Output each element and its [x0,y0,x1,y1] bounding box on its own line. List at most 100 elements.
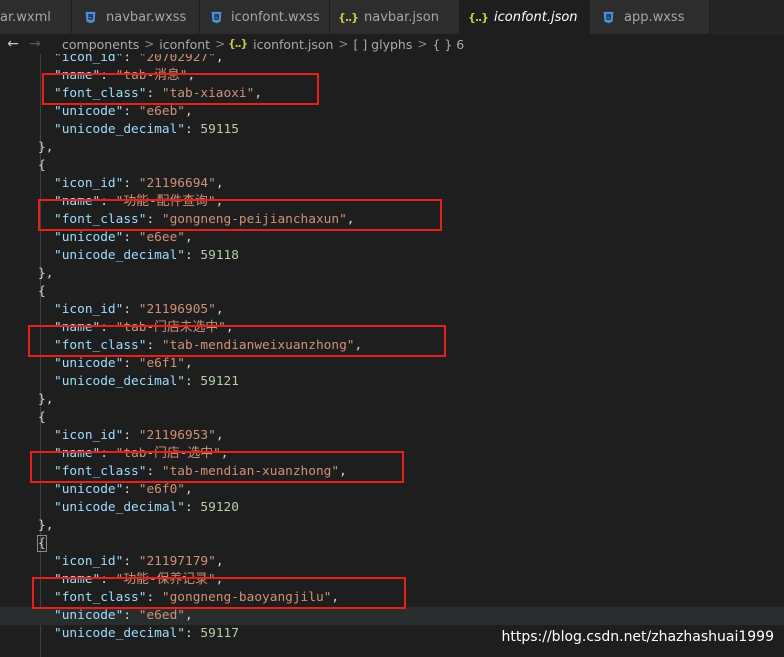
code-content: "unicode": "e6f0", [54,481,193,499]
punctuation: , [225,320,234,335]
bracket: { [37,535,47,552]
code-line[interactable]: "icon_id": "21196905", [0,301,784,319]
code-line[interactable]: "name": "tab-门店-选中", [0,445,784,463]
code-line[interactable]: "font_class": "tab-xiaoxi", [0,85,784,103]
json-value: "21196694" [138,176,216,191]
code-line[interactable]: }, [0,139,784,157]
breadcrumb-item[interactable]: iconfont [157,37,212,52]
chevron-right-icon: > [338,37,349,51]
json-key: "unicode_decimal" [54,626,185,641]
breadcrumb-item[interactable]: iconfont.json [251,37,335,52]
watermark: https://blog.csdn.net/zhazhashuai1999 [501,629,775,645]
code-line[interactable]: "icon_id": "21196953", [0,427,784,445]
code-content: "unicode_decimal": 59115 [54,121,239,139]
json-value: "tab-门店未选中" [115,320,226,335]
punctuation: : [100,68,116,83]
punctuation: : [123,176,139,191]
tab-iconfont-wxss[interactable]: iconfont.wxss [200,0,330,34]
breadcrumb-item[interactable]: components [60,37,141,52]
punctuation: : [184,500,201,515]
json-file-icon: {..} [228,38,248,50]
code-line[interactable]: "name": "tab-门店未选中", [0,319,784,337]
code-line[interactable]: { [0,157,784,175]
json-value: "21197179" [138,554,216,569]
punctuation: , [185,356,193,371]
code-line[interactable]: "icon_id": "20702927", [0,54,784,67]
code-line[interactable]: { [0,283,784,301]
tab-ar-wxml[interactable]: ar.wxml [0,0,72,34]
json-key: "icon_id" [54,176,124,191]
code-line[interactable]: "unicode": "e6f1", [0,355,784,373]
tab-iconfont-json[interactable]: {..} iconfont.json [460,0,590,34]
code-line[interactable]: "unicode": "e6eb", [0,103,784,121]
code-content: "icon_id": "21197179", [54,553,224,571]
breadcrumb: ← → components > iconfont > {..} iconfont.jso… [0,34,784,54]
code-line[interactable]: "name": "tab-消息", [0,67,784,85]
css-file-icon [210,10,223,24]
code-line[interactable]: "unicode": "e6f0", [0,481,784,499]
bracket: }, [38,392,54,407]
json-key: "icon_id" [54,428,124,443]
punctuation: , [215,572,224,587]
code-content: "name": "功能-保养记录", [54,571,223,589]
json-value: "tab-xiaoxi" [161,86,255,101]
json-value: "21196905" [138,302,216,317]
code-line[interactable]: "font_class": "tab-mendianweixuanzhong", [0,337,784,355]
punctuation: : [123,104,139,119]
bracket: }, [38,518,54,533]
punctuation: , [354,338,363,353]
code-content: }, [38,265,53,283]
breadcrumb-item[interactable]: { } 6 [430,37,466,52]
code-line[interactable]: "font_class": "tab-mendian-xuanzhong", [0,463,784,481]
json-file-icon: {..} [467,10,489,24]
forward-arrow-icon[interactable]: → [24,36,46,52]
json-value: "tab-mendian-xuanzhong" [161,464,340,479]
json-value: "21196953" [138,428,216,443]
code-line[interactable]: { [0,409,784,427]
code-line[interactable]: "unicode": "e6ed", [0,607,784,625]
code-content: "unicode_decimal": 59118 [54,247,239,265]
code-line[interactable]: "unicode_decimal": 59121 [0,373,784,391]
json-value: "e6ed" [138,608,185,623]
bracket: { [38,410,46,425]
punctuation: : [100,320,116,335]
code-line[interactable]: "icon_id": "21197179", [0,553,784,571]
punctuation: , [215,194,224,209]
punctuation: , [187,68,196,83]
breadcrumb-item[interactable]: [ ] glyphs [351,37,414,52]
back-arrow-icon[interactable]: ← [2,36,24,52]
code-line[interactable]: }, [0,517,784,535]
tab-navbar-json[interactable]: {..} navbar.json [330,0,460,34]
chevron-right-icon: > [417,37,428,51]
tab-navbar-wxss[interactable]: navbar.wxss [72,0,200,34]
code-line[interactable]: "unicode_decimal": 59120 [0,499,784,517]
punctuation: : [184,626,201,641]
punctuation: , [215,428,224,443]
code-content: "unicode": "e6f1", [54,355,193,373]
code-content: "unicode": "e6eb", [54,103,193,121]
punctuation: , [185,608,193,623]
code-line[interactable]: "icon_id": "21196694", [0,175,784,193]
json-key: "font_class" [54,464,147,479]
code-line[interactable]: }, [0,391,784,409]
code-line[interactable]: "name": "功能-保养记录", [0,571,784,589]
punctuation: , [331,590,340,605]
code-line[interactable]: "font_class": "gongneng-peijianchaxun", [0,211,784,229]
code-line[interactable]: "name": "功能-配件查询", [0,193,784,211]
css-file-icon [600,10,616,24]
tab-app-wxss[interactable]: app.wxss [590,0,710,34]
json-value: 59121 [200,374,239,389]
json-value: 59120 [200,500,239,515]
code-line[interactable]: "unicode_decimal": 59118 [0,247,784,265]
json-value: "e6eb" [138,104,185,119]
json-key: "unicode_decimal" [54,374,185,389]
code-line[interactable]: { [0,535,784,553]
code-line[interactable]: "unicode_decimal": 59115 [0,121,784,139]
code-line[interactable]: "font_class": "gongneng-baoyangjilu", [0,589,784,607]
editor-tab-bar: ar.wxml navbar.wxss iconfont.wxss {..} navba… [0,0,784,34]
code-line[interactable]: "unicode": "e6ee", [0,229,784,247]
code-editor[interactable]: "icon_id": "20702927", "name": "tab-消息", "… [0,54,784,657]
json-value: 59118 [200,248,239,263]
code-line[interactable]: }, [0,265,784,283]
json-key: "font_class" [54,212,147,227]
